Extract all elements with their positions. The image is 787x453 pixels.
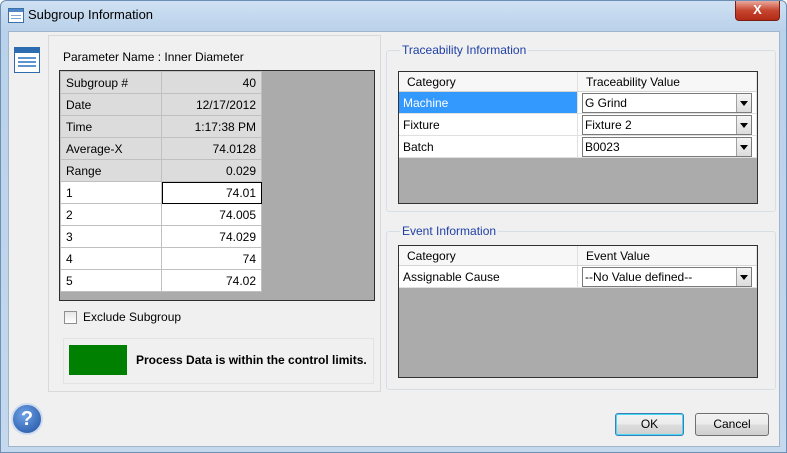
grid-row: Time 1:17:38 PM bbox=[60, 115, 262, 138]
status-indicator bbox=[69, 345, 127, 375]
row-value: 0.029 bbox=[161, 159, 262, 182]
window-title: Subgroup Information bbox=[28, 7, 154, 22]
row-value: 12/17/2012 bbox=[161, 93, 262, 116]
measurement-cell[interactable]: 74.005 bbox=[161, 203, 262, 226]
row-label: 3 bbox=[60, 225, 162, 248]
column-header[interactable]: Category bbox=[399, 246, 579, 266]
combo-value: Fixture 2 bbox=[584, 117, 632, 132]
grid-row: 4 74 bbox=[60, 247, 262, 270]
measurement-cell[interactable]: 74.01 bbox=[161, 181, 262, 204]
exclude-subgroup-checkbox[interactable] bbox=[64, 311, 77, 324]
row-value: 40 bbox=[161, 71, 262, 94]
dropdown-arrow-icon[interactable] bbox=[736, 267, 751, 286]
category-cell[interactable]: Fixture bbox=[399, 113, 578, 136]
row-label: Subgroup # bbox=[60, 71, 162, 94]
traceability-grid: Category Traceability Value Machine G Gr… bbox=[398, 71, 758, 204]
table-row: Assignable Cause --No Value defined-- bbox=[399, 265, 757, 288]
help-icon[interactable]: ? bbox=[11, 403, 43, 435]
value-cell: B0023 bbox=[577, 135, 758, 158]
subgroup-grid: Subgroup #40 Date 12/17/2012 Time 1:17:38 … bbox=[59, 70, 375, 301]
row-value: 74.0128 bbox=[161, 137, 262, 160]
title-bar[interactable]: Subgroup Information X bbox=[1, 1, 786, 29]
grid-row: Average-X 74.0128 bbox=[60, 137, 262, 160]
event-grid: Category Event Value Assignable Cause --… bbox=[398, 245, 758, 378]
column-header[interactable]: Traceability Value bbox=[577, 72, 758, 92]
event-group: Event Information Category Event Value A… bbox=[386, 224, 776, 390]
status-text: Process Data is within the control limit… bbox=[136, 353, 367, 367]
combo-value: B0023 bbox=[584, 139, 620, 154]
dropdown-arrow-icon[interactable] bbox=[736, 115, 751, 134]
table-row: Fixture Fixture 2 bbox=[399, 113, 758, 136]
table-row: Machine G Grind bbox=[399, 91, 758, 114]
grid-row: Subgroup #40 bbox=[60, 71, 262, 94]
subgroup-panel: Parameter Name : Inner Diameter Subgroup… bbox=[48, 35, 381, 392]
data-table-icon bbox=[14, 47, 40, 73]
machine-combobox[interactable]: G Grind bbox=[581, 92, 752, 113]
close-button[interactable]: X bbox=[735, 1, 780, 21]
combo-value: G Grind bbox=[584, 95, 627, 110]
row-value: 1:17:38 PM bbox=[161, 115, 262, 138]
assignable-cause-combobox[interactable]: --No Value defined-- bbox=[582, 266, 752, 287]
value-cell: G Grind bbox=[577, 91, 758, 114]
dialog-body: Parameter Name : Inner Diameter Subgroup… bbox=[8, 31, 780, 447]
dropdown-arrow-icon[interactable] bbox=[736, 137, 751, 156]
column-header[interactable]: Category bbox=[399, 72, 578, 92]
grid-row: 3 74.029 bbox=[60, 225, 262, 248]
row-label: Time bbox=[60, 115, 162, 138]
grid-row: Date 12/17/2012 bbox=[60, 93, 262, 116]
combo-value: --No Value defined-- bbox=[585, 269, 693, 284]
event-title: Event Information bbox=[400, 224, 499, 238]
table-icon bbox=[8, 8, 24, 23]
grid-row: Range 0.029 bbox=[60, 159, 262, 182]
row-label: 5 bbox=[60, 269, 162, 292]
status-panel: Process Data is within the control limit… bbox=[63, 338, 374, 384]
grid-row: 2 74.005 bbox=[60, 203, 262, 226]
category-cell[interactable]: Assignable Cause bbox=[399, 265, 579, 288]
row-label: 4 bbox=[60, 247, 162, 270]
dialog-window: Subgroup Information X Parameter Name : … bbox=[0, 0, 787, 453]
row-label: Date bbox=[60, 93, 162, 116]
row-label: Range bbox=[60, 159, 162, 182]
batch-combobox[interactable]: B0023 bbox=[581, 136, 752, 157]
category-cell[interactable]: Batch bbox=[399, 135, 578, 158]
value-cell: Fixture 2 bbox=[577, 113, 758, 136]
traceability-title: Traceability Information bbox=[400, 43, 529, 57]
category-cell[interactable]: Machine bbox=[399, 91, 578, 114]
ok-button[interactable]: OK bbox=[615, 413, 684, 436]
value-cell: --No Value defined-- bbox=[577, 265, 757, 288]
grid-row: 1 74.01 bbox=[60, 181, 262, 204]
row-label: 2 bbox=[60, 203, 162, 226]
measurement-cell[interactable]: 74 bbox=[161, 247, 262, 270]
cancel-button[interactable]: Cancel bbox=[695, 413, 769, 436]
measurement-cell[interactable]: 74.029 bbox=[161, 225, 262, 248]
measurement-cell[interactable]: 74.02 bbox=[161, 269, 262, 292]
dropdown-arrow-icon[interactable] bbox=[736, 93, 751, 112]
grid-row: 5 74.02 bbox=[60, 269, 262, 292]
exclude-subgroup-label: Exclude Subgroup bbox=[83, 310, 182, 324]
traceability-group: Traceability Information Category Tracea… bbox=[386, 43, 776, 212]
row-label: 1 bbox=[60, 181, 162, 204]
row-label: Average-X bbox=[60, 137, 162, 160]
parameter-name: Parameter Name : Inner Diameter bbox=[63, 50, 244, 64]
table-row: Batch B0023 bbox=[399, 135, 758, 158]
fixture-combobox[interactable]: Fixture 2 bbox=[581, 114, 752, 135]
column-header[interactable]: Event Value bbox=[577, 246, 757, 266]
